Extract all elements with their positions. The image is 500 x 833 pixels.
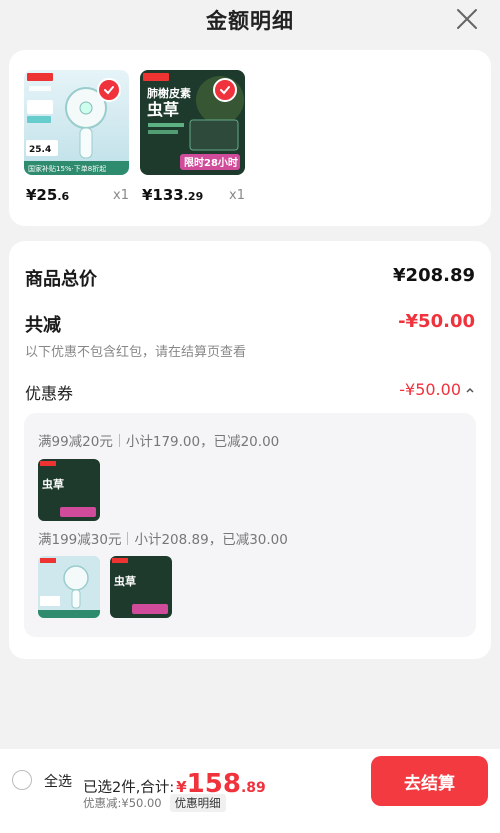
product-item-fan[interactable]: 25.4 国家补贴15%·下单8折起 ¥25.6 x1 [24,70,134,206]
select-all-label[interactable]: 全选 [44,771,72,791]
summary-card: 商品总价 ¥208.89 共减 -¥50.00 以下优惠不包含红包，请在结算页查… [9,241,491,659]
coupon-value[interactable]: -¥50.00 [399,380,475,399]
coupon-rule-2: 满199减30元 小计208.89，已减30.00 [38,528,288,548]
reduce-value: -¥50.00 [398,311,475,332]
chevron-up-icon[interactable] [465,385,475,395]
coupon-label: 优惠券 [25,384,74,403]
selected-check-icon[interactable] [97,78,121,102]
discount-detail-chip[interactable]: 优惠明细 [169,794,226,812]
checkout-bar: 全选 已选2件,合计: ¥ 158 .89 优惠减:¥50.00 优惠明细 去结… [0,749,500,833]
coupon-amount: -¥50.00 [399,380,461,399]
page-title: 金额明细 [206,9,294,33]
cordyceps-title2: 虫草 [147,100,179,119]
product-card: 25.4 国家补贴15%·下单8折起 ¥25.6 x1 肺榭皮素 虫草 限时28… [9,50,491,226]
coupon-product-thumb-cordyceps: 虫草 [38,459,100,521]
total-price-label: 商品总价 [25,269,97,290]
product-item-cordyceps[interactable]: 肺榭皮素 虫草 限时28小时 ¥133.29 x1 [140,70,250,206]
total-price-value: ¥208.89 [393,265,475,286]
header: 金额明细 [0,0,500,40]
product-image-cordyceps: 肺榭皮素 虫草 限时28小时 [140,70,245,175]
coupon-rule-text: 满99减20元 [38,434,113,450]
fan-price-tag: 25.4 [29,145,51,155]
product-image-fan: 25.4 国家补贴15%·下单8折起 [24,70,129,175]
coupon-rule-1: 满99减20元 小计179.00，已减20.00 [38,430,279,450]
cordyceps-promo: 限时28小时 [184,156,238,169]
discount-note: 以下优惠不包含红包，请在结算页查看 [25,345,247,360]
product-quantity: x1 [229,188,245,203]
close-icon[interactable] [454,6,480,32]
reduce-label: 共减 [25,315,61,336]
coupon-product-thumb-fan [38,556,100,618]
coupon-row[interactable]: 优惠券 -¥50.00 [25,380,475,404]
coupon-rule-text: 满199减30元 [38,532,122,548]
coupon-product-thumb-cordyceps: 虫草 [110,556,172,618]
svg-text:虫草: 虫草 [42,477,64,491]
svg-text:虫草: 虫草 [114,574,136,588]
coupon-detail-box: 满99减20元 小计179.00，已减20.00 虫草 满199减30元 小计208… [24,413,476,637]
fan-bottom-banner: 国家补贴15%·下单8折起 [28,164,106,173]
checkout-button[interactable]: 去结算 [371,756,488,806]
total-price-row: 商品总价 ¥208.89 [25,265,475,291]
cordyceps-title1: 肺榭皮素 [147,86,191,100]
product-quantity: x1 [113,188,129,203]
reduce-row: 共减 -¥50.00 [25,311,475,337]
product-price: ¥133.29 [142,186,204,204]
coupon-rule-detail: 小计179.00，已减20.00 [125,434,280,450]
discount-amount: 优惠减:¥50.00 [83,796,162,810]
product-price: ¥25.6 [26,186,70,204]
coupon-rule-detail: 小计208.89，已减30.00 [134,532,288,548]
selected-check-icon[interactable] [213,78,237,102]
select-all-radio[interactable] [12,770,32,790]
discount-summary: 优惠减:¥50.00 优惠明细 [83,794,226,812]
